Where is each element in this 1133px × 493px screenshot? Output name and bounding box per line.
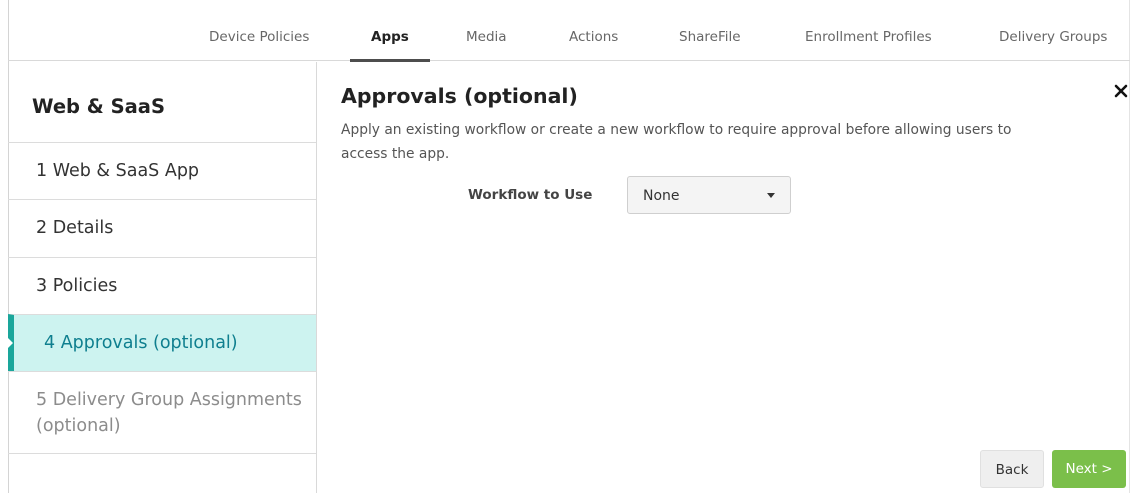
tab-actions[interactable]: Actions — [569, 29, 618, 45]
workflow-select[interactable]: None — [627, 176, 791, 214]
tab-apps[interactable]: Apps — [371, 29, 409, 45]
step-label: 5 Delivery Group Assignments — [36, 390, 302, 410]
step-approvals[interactable]: 4 Approvals (optional) — [8, 314, 316, 371]
workflow-select-value: None — [643, 188, 680, 204]
back-button[interactable]: Back — [980, 450, 1044, 488]
tab-enrollment-profiles[interactable]: Enrollment Profiles — [805, 29, 932, 45]
tab-sharefile[interactable]: ShareFile — [679, 29, 741, 45]
step-label-continued: (optional) — [36, 416, 121, 436]
step-label: 1 Web & SaaS App — [36, 161, 200, 181]
active-tab-indicator — [350, 59, 430, 62]
page-description: Apply an existing workflow or create a n… — [341, 122, 1012, 162]
next-button[interactable]: Next > — [1052, 450, 1126, 488]
sidebar-title: Web & SaaS — [32, 95, 165, 118]
active-step-arrow-icon — [8, 338, 13, 348]
page-title: Approvals (optional) — [341, 84, 578, 108]
close-icon[interactable] — [1114, 84, 1128, 98]
tab-media[interactable]: Media — [466, 29, 507, 45]
step-label: 2 Details — [36, 218, 114, 238]
sidebar-divider — [8, 453, 316, 454]
workflow-label: Workflow to Use — [468, 187, 593, 203]
step-label: 4 Approvals (optional) — [44, 333, 238, 353]
chevron-down-icon — [767, 193, 775, 198]
step-policies[interactable]: 3 Policies — [8, 257, 316, 314]
step-details[interactable]: 2 Details — [8, 199, 316, 257]
tab-device-policies[interactable]: Device Policies — [209, 29, 309, 45]
step-delivery-group-assignments[interactable]: 5 Delivery Group Assignments (optional) — [8, 371, 316, 453]
tab-delivery-groups[interactable]: Delivery Groups — [999, 29, 1107, 45]
step-web-saas-app[interactable]: 1 Web & SaaS App — [8, 142, 316, 199]
step-label: 3 Policies — [36, 276, 118, 296]
wizard-sidebar: Web & SaaS 1 Web & SaaS App 2 Details 3 … — [8, 62, 317, 493]
top-nav: Device Policies Apps Media Actions Share… — [8, 0, 1130, 62]
